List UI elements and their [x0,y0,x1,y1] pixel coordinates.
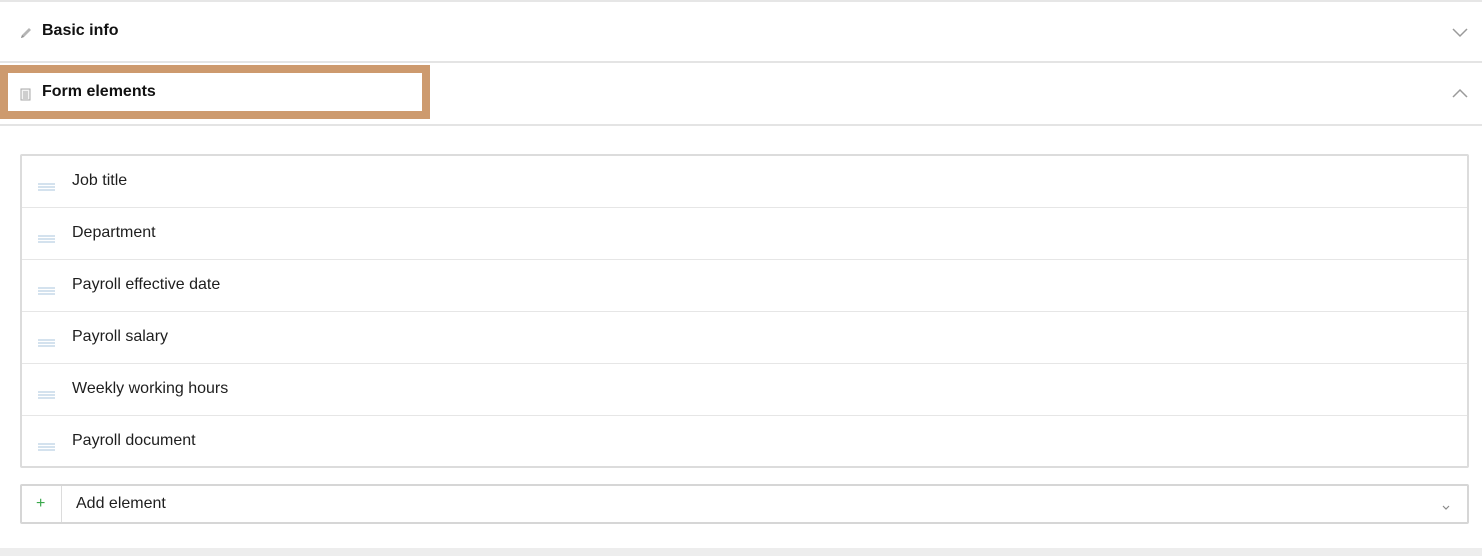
plus-icon: + [36,495,46,512]
basic-info-title: Basic info [42,22,119,39]
list-item[interactable]: Payroll effective date [22,260,1467,312]
chevron-down-icon[interactable] [1441,499,1451,510]
list-item-label: Department [72,224,156,241]
list-item-label: Payroll effective date [72,276,221,293]
bottom-divider [0,548,1482,556]
drag-handle-icon[interactable] [38,438,55,451]
list-item[interactable]: Payroll salary [22,312,1467,364]
basic-info-section-header[interactable]: Basic info [0,2,1482,63]
list-item[interactable]: Weekly working hours [22,364,1467,416]
list-item-label: Payroll document [72,432,196,449]
drag-handle-icon[interactable] [38,230,55,243]
add-element-plus-cell[interactable]: + [22,486,62,522]
pencil-icon [19,26,33,40]
list-item-label: Job title [72,172,128,189]
list-item[interactable]: Department [22,208,1467,260]
add-element-dropdown[interactable]: + Add element [20,484,1469,524]
drag-handle-icon[interactable] [38,334,55,347]
chevron-up-icon[interactable] [1450,83,1470,103]
drag-handle-icon[interactable] [38,282,55,295]
list-item-label: Payroll salary [72,328,169,345]
drag-handle-icon[interactable] [38,178,55,191]
form-elements-list: Job title Department Payroll effective d… [20,154,1469,468]
workflow-editor: Basic info Form elements Job title Depar… [0,0,1482,556]
list-item[interactable]: Job title [22,156,1467,208]
chevron-down-icon[interactable] [1450,22,1470,42]
drag-handle-icon[interactable] [38,386,55,399]
list-item[interactable]: Payroll document [22,416,1467,468]
form-elements-section-header[interactable]: Form elements [0,63,1482,126]
list-item-label: Weekly working hours [72,380,229,397]
add-element-label: Add element [76,495,166,512]
form-elements-title: Form elements [42,83,156,100]
document-icon [19,87,33,101]
